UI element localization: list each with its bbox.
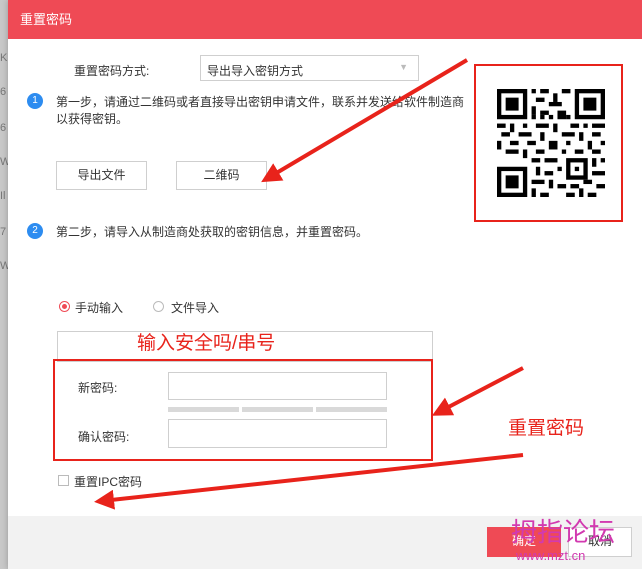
step2-badge: 2: [27, 223, 43, 239]
reset-ipc-label: 重置IPC密码: [74, 475, 143, 489]
serial-annotation: 输入安全吗/串号: [137, 333, 276, 354]
background-char: 6: [0, 122, 7, 134]
step2-text: 第二步，请导入从制造商处获取的密钥信息，并重置密码。: [56, 225, 369, 239]
export-file-button[interactable]: 导出文件: [56, 161, 147, 190]
dialog-title: 重置密码: [20, 12, 73, 27]
background-char: 7: [0, 226, 7, 238]
radio-file-import[interactable]: [153, 301, 164, 312]
qr-code-image: [497, 89, 605, 197]
step1-text-line2: 以获得密钥。: [56, 112, 129, 126]
radio-file-label: 文件导入: [171, 301, 220, 315]
radio-manual-label: 手动输入: [75, 301, 124, 315]
method-label: 重置密码方式:: [74, 64, 150, 78]
password-highlight-box: [53, 359, 433, 461]
chevron-down-icon: ▼: [399, 62, 408, 72]
background-char: K: [0, 52, 8, 64]
background-char: 6: [0, 86, 7, 98]
reset-ipc-checkbox[interactable]: [58, 475, 69, 486]
reset-annotation: 重置密码: [508, 418, 585, 439]
step1-text-line1: 第一步，请通过二维码或者直接导出密钥申请文件，联系并发送给软件制造商: [56, 95, 465, 109]
step1-badge: 1: [27, 93, 43, 109]
watermark-url: www.mzt.cn: [516, 548, 586, 563]
background-char: Il: [0, 190, 6, 202]
watermark-title: 拇指论坛: [511, 518, 616, 548]
dialog-title-bar[interactable]: 重置密码: [8, 0, 642, 39]
qrcode-button[interactable]: 二维码: [176, 161, 267, 190]
method-select-value: 导出导入密钥方式: [207, 64, 304, 78]
radio-manual-input[interactable]: [59, 301, 70, 312]
method-select[interactable]: 导出导入密钥方式 ▼: [200, 55, 419, 81]
